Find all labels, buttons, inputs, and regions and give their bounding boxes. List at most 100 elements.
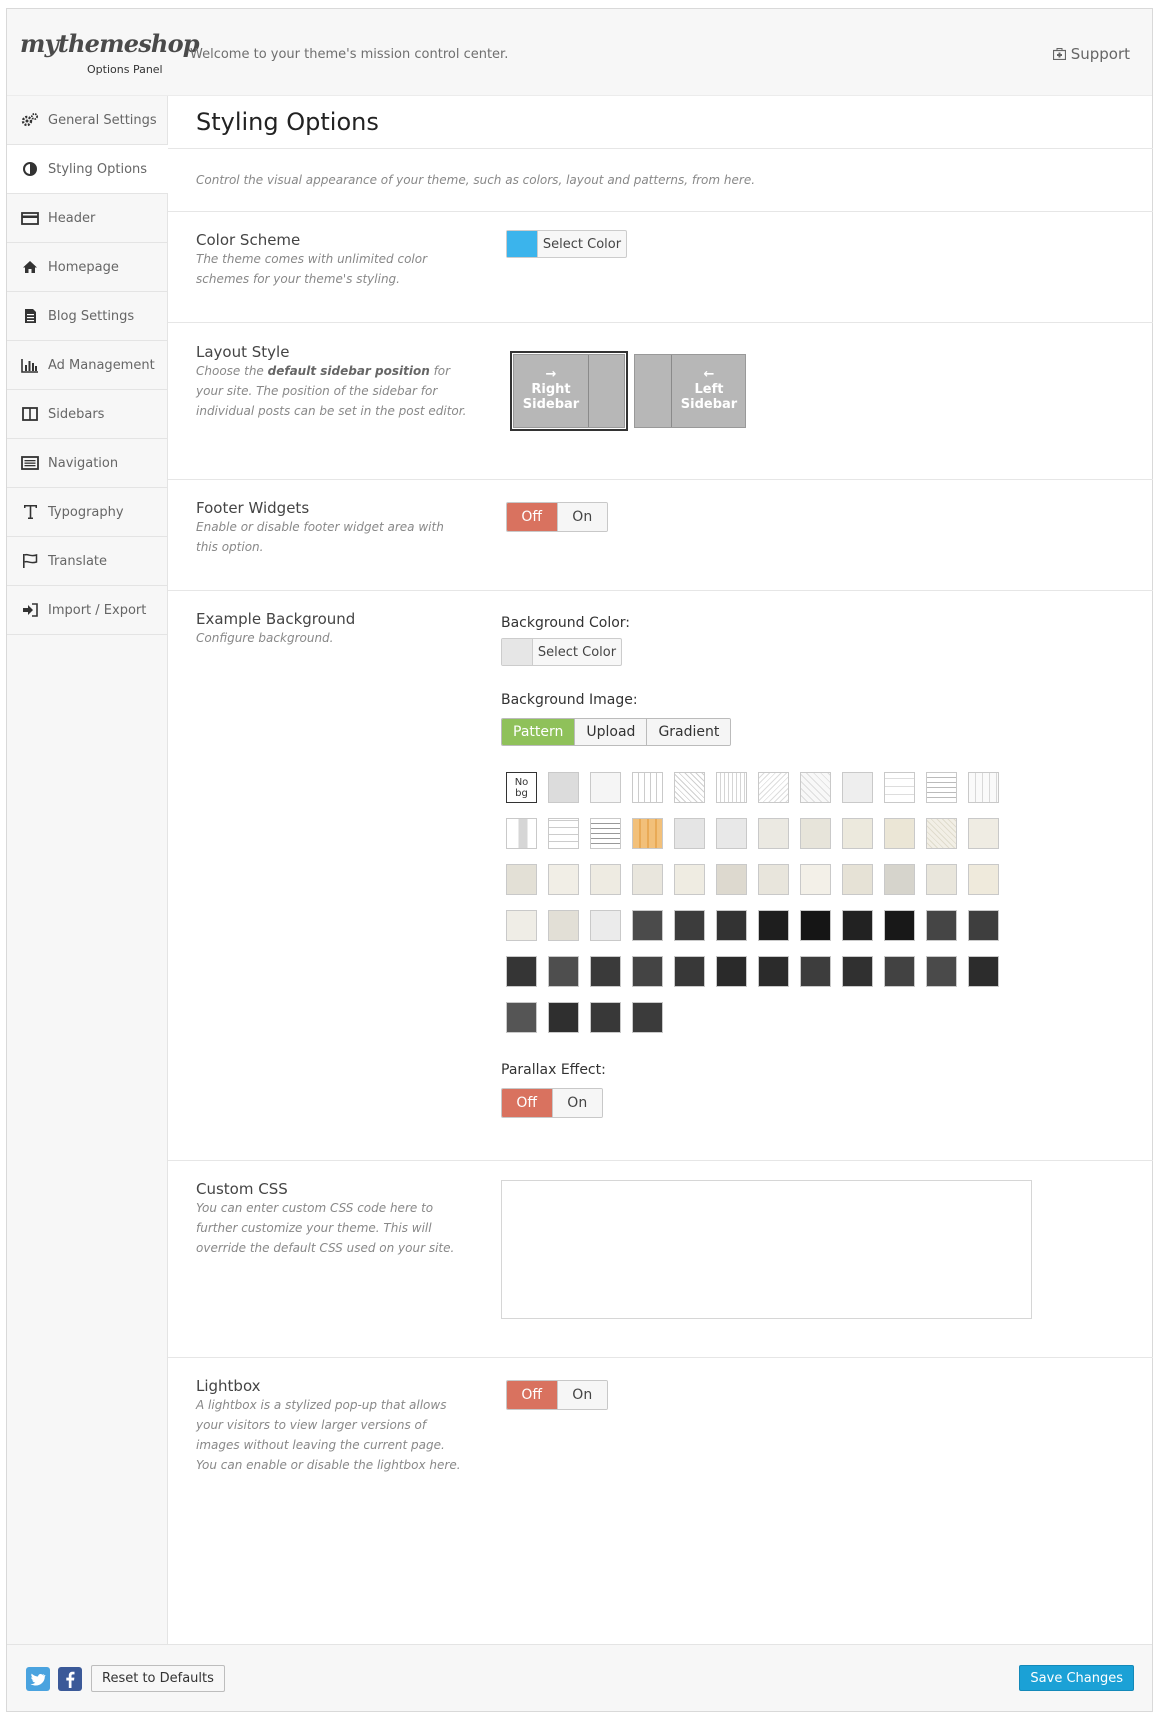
pattern-swatch[interactable]: [674, 818, 705, 849]
background-color-picker[interactable]: Select Color: [501, 638, 622, 666]
pattern-swatch[interactable]: [548, 772, 579, 803]
pattern-swatch[interactable]: [632, 772, 663, 803]
footer-widgets-toggle[interactable]: Off On: [506, 502, 608, 532]
sidebar-item-ad-management[interactable]: Ad Management: [7, 341, 167, 390]
sidebar-item-general-settings[interactable]: General Settings: [7, 96, 167, 145]
no-background-option[interactable]: No bg: [506, 772, 537, 803]
pattern-swatch[interactable]: [884, 864, 915, 895]
sidebar-item-translate[interactable]: Translate: [7, 537, 167, 586]
pattern-swatch[interactable]: [758, 864, 789, 895]
parallax-label: Parallax Effect:: [501, 1062, 606, 1078]
pattern-swatch[interactable]: [926, 956, 957, 987]
pattern-swatch[interactable]: [716, 818, 747, 849]
pattern-swatch[interactable]: [506, 864, 537, 895]
toggle-off[interactable]: Off: [507, 503, 557, 531]
pattern-swatch[interactable]: [968, 910, 999, 941]
pattern-swatch[interactable]: [506, 956, 537, 987]
pattern-swatch[interactable]: [842, 772, 873, 803]
facebook-icon[interactable]: [58, 1667, 82, 1691]
pattern-swatch[interactable]: [548, 910, 579, 941]
pattern-swatch[interactable]: [800, 772, 831, 803]
toggle-off[interactable]: Off: [507, 1381, 557, 1409]
pattern-swatch[interactable]: [548, 1002, 579, 1033]
pattern-swatch[interactable]: [884, 818, 915, 849]
lightbox-toggle[interactable]: Off On: [506, 1380, 608, 1410]
pattern-swatch[interactable]: [842, 956, 873, 987]
pattern-swatch[interactable]: [590, 864, 621, 895]
pattern-swatch[interactable]: [800, 910, 831, 941]
pattern-swatch[interactable]: [632, 910, 663, 941]
pattern-swatch[interactable]: [590, 818, 621, 849]
pattern-swatch[interactable]: [590, 910, 621, 941]
pattern-swatch[interactable]: [716, 956, 747, 987]
tab-upload[interactable]: Upload: [574, 719, 647, 745]
pattern-swatch[interactable]: [548, 818, 579, 849]
toggle-off[interactable]: Off: [502, 1089, 552, 1117]
pattern-swatch[interactable]: [632, 864, 663, 895]
pattern-swatch[interactable]: [674, 910, 705, 941]
color-scheme-picker[interactable]: Select Color: [506, 230, 627, 258]
pattern-swatch[interactable]: [674, 956, 705, 987]
pattern-swatch[interactable]: [632, 956, 663, 987]
pattern-swatch[interactable]: [758, 818, 789, 849]
pattern-swatch[interactable]: [842, 864, 873, 895]
pattern-swatch[interactable]: [632, 818, 663, 849]
layout-left-sidebar-option[interactable]: ← Left Sidebar: [634, 354, 746, 428]
pattern-swatch[interactable]: [590, 956, 621, 987]
pattern-swatch[interactable]: [884, 956, 915, 987]
pattern-swatch[interactable]: [968, 772, 999, 803]
pattern-swatch[interactable]: [548, 956, 579, 987]
pattern-swatch[interactable]: [926, 772, 957, 803]
pattern-swatch[interactable]: [926, 818, 957, 849]
pattern-swatch[interactable]: [674, 772, 705, 803]
pattern-swatch[interactable]: [716, 772, 747, 803]
twitter-icon[interactable]: [26, 1667, 50, 1691]
layout-right-sidebar-option[interactable]: → Right Sidebar: [510, 351, 628, 431]
sidebar-item-import-export[interactable]: Import / Export: [7, 586, 167, 635]
pattern-swatch[interactable]: [758, 772, 789, 803]
pattern-swatch[interactable]: [590, 772, 621, 803]
sidebar-item-styling-options[interactable]: Styling Options: [7, 145, 168, 194]
pattern-swatch[interactable]: [842, 910, 873, 941]
pattern-swatch[interactable]: [716, 910, 747, 941]
support-link[interactable]: Support: [1052, 45, 1130, 63]
tab-pattern[interactable]: Pattern: [502, 719, 575, 745]
sidebar-item-blog-settings[interactable]: Blog Settings: [7, 292, 167, 341]
pattern-swatch[interactable]: [884, 772, 915, 803]
sidebar-item-navigation[interactable]: Navigation: [7, 439, 167, 488]
reset-to-defaults-button[interactable]: Reset to Defaults: [91, 1665, 225, 1692]
text-icon: [21, 503, 39, 521]
pattern-swatch[interactable]: [758, 910, 789, 941]
pattern-swatch[interactable]: [506, 910, 537, 941]
toggle-on[interactable]: On: [556, 1381, 607, 1409]
pattern-swatch[interactable]: [926, 864, 957, 895]
pattern-swatch[interactable]: [968, 956, 999, 987]
pattern-swatch[interactable]: [926, 910, 957, 941]
pattern-swatch[interactable]: [800, 818, 831, 849]
sidebar-item-header[interactable]: Header: [7, 194, 167, 243]
pattern-swatch[interactable]: [800, 864, 831, 895]
toggle-on[interactable]: On: [551, 1089, 602, 1117]
sidebar-item-sidebars[interactable]: Sidebars: [7, 390, 167, 439]
pattern-swatch[interactable]: [590, 1002, 621, 1033]
pattern-swatch[interactable]: [548, 864, 579, 895]
pattern-swatch[interactable]: [506, 818, 537, 849]
sidebar-item-label: Typography: [48, 504, 124, 520]
pattern-swatch[interactable]: [674, 864, 705, 895]
pattern-swatch[interactable]: [716, 864, 747, 895]
parallax-toggle[interactable]: Off On: [501, 1088, 603, 1118]
pattern-swatch[interactable]: [884, 910, 915, 941]
toggle-on[interactable]: On: [556, 503, 607, 531]
tab-gradient[interactable]: Gradient: [646, 719, 731, 745]
sidebar-item-typography[interactable]: Typography: [7, 488, 167, 537]
pattern-swatch[interactable]: [758, 956, 789, 987]
pattern-swatch[interactable]: [842, 818, 873, 849]
pattern-swatch[interactable]: [968, 818, 999, 849]
save-changes-button[interactable]: Save Changes: [1019, 1665, 1134, 1691]
pattern-swatch[interactable]: [968, 864, 999, 895]
pattern-swatch[interactable]: [506, 1002, 537, 1033]
pattern-swatch[interactable]: [632, 1002, 663, 1033]
pattern-swatch[interactable]: [800, 956, 831, 987]
sidebar-item-homepage[interactable]: Homepage: [7, 243, 167, 292]
custom-css-textarea[interactable]: [501, 1180, 1032, 1319]
